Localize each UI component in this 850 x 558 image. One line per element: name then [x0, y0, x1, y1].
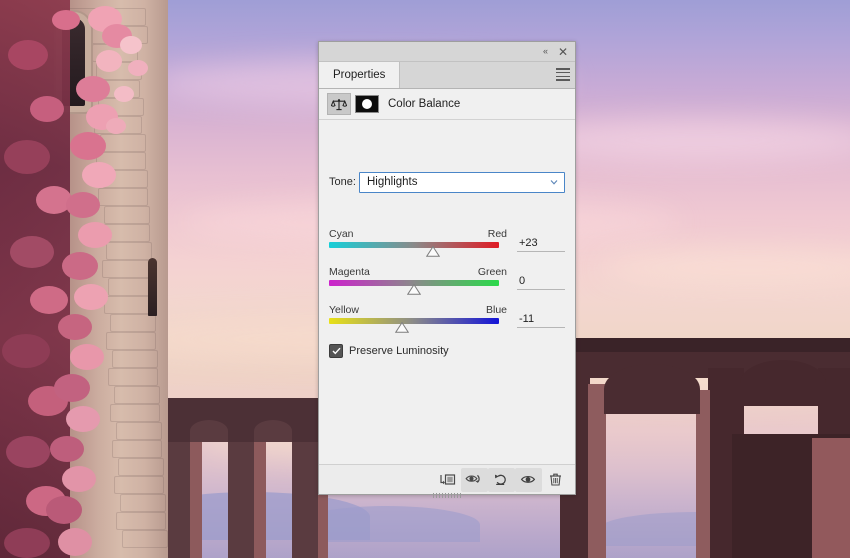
layer-mask-thumbnail-icon[interactable]: [355, 95, 379, 113]
toggle-visibility-button[interactable]: [515, 467, 542, 492]
double-chevron-left-icon: «: [542, 46, 548, 56]
slider-cyan-red-left-label: Cyan: [329, 228, 354, 240]
slider-magenta-green-thumb[interactable]: [407, 284, 421, 295]
slider-yellow-blue-left-label: Yellow: [329, 304, 359, 316]
clip-to-layer-icon: [440, 474, 456, 485]
slider-magenta-green-value[interactable]: 0: [517, 272, 565, 290]
properties-panel: « ✕ Properties Color Balance Tone: Highl…: [318, 41, 576, 498]
preserve-luminosity-row[interactable]: Preserve Luminosity: [329, 344, 449, 358]
tower-window-lower: [148, 258, 157, 316]
slider-yellow-blue-thumb[interactable]: [395, 322, 409, 333]
slider-cyan-red-track[interactable]: [329, 242, 499, 248]
trash-icon: [550, 473, 561, 486]
slider-cyan-red-value[interactable]: +23: [517, 234, 565, 252]
delete-button[interactable]: [542, 468, 569, 492]
aqueduct-right: [560, 338, 850, 558]
slider-magenta-green-right-label: Green: [477, 266, 507, 278]
footer-toolbar: [434, 467, 569, 492]
tab-properties[interactable]: Properties: [319, 62, 401, 88]
preserve-luminosity-checkbox[interactable]: [329, 344, 343, 358]
tone-row: Tone: Highlights: [329, 171, 565, 193]
chevron-down-icon: [550, 179, 558, 185]
tone-select-value: Highlights: [367, 176, 418, 188]
preserve-luminosity-label: Preserve Luminosity: [349, 345, 449, 357]
eye-previous-state-icon: [465, 474, 480, 483]
slider-yellow-blue-value[interactable]: -11: [517, 310, 565, 328]
panel-titlebar: « ✕: [319, 42, 575, 62]
slider-magenta-green-left-label: Magenta: [329, 266, 370, 278]
panel-tabbar: Properties: [319, 62, 575, 89]
reset-curved-arrow-icon: [495, 474, 506, 485]
clip-to-layer-button[interactable]: [434, 468, 461, 492]
hamburger-menu-icon[interactable]: [556, 68, 570, 81]
view-previous-state-button[interactable]: [461, 467, 488, 492]
slider-cyan-red-thumb[interactable]: [426, 246, 440, 257]
close-panel-button[interactable]: ✕: [555, 44, 571, 59]
slider-yellow-blue-track[interactable]: [329, 318, 499, 324]
screenshot-stage: « ✕ Properties Color Balance Tone: Highl…: [0, 0, 850, 558]
color-balance-scale-icon[interactable]: [327, 93, 351, 115]
slider-cyan-red-right-label: Red: [487, 228, 507, 240]
panel-footer: [319, 464, 575, 498]
slider-yellow-blue-right-label: Blue: [485, 304, 507, 316]
panel-resize-grip[interactable]: [433, 493, 461, 498]
slider-cyan-red: Cyan Red +23: [329, 228, 565, 257]
tone-select[interactable]: Highlights: [359, 171, 565, 193]
adjustment-header: Color Balance: [319, 89, 575, 120]
tone-label: Tone:: [329, 176, 356, 188]
close-icon: ✕: [557, 44, 569, 59]
eye-icon: [520, 475, 536, 483]
collapse-panel-button[interactable]: «: [537, 44, 553, 59]
slider-magenta-green: Magenta Green 0: [329, 266, 565, 295]
adjustment-title: Color Balance: [388, 98, 461, 110]
tab-properties-label: Properties: [333, 69, 386, 81]
slider-yellow-blue: Yellow Blue -11: [329, 304, 565, 333]
reset-button[interactable]: [488, 467, 515, 492]
